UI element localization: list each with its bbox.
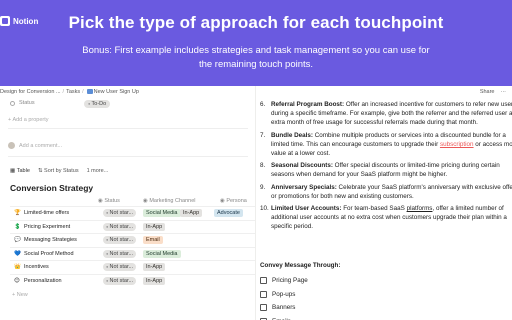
table-row[interactable]: 💬Messaging Strategies Not star... Email <box>10 233 255 247</box>
property-label: Status <box>19 100 35 106</box>
column-header-status[interactable]: ◉ Status <box>98 198 120 204</box>
notes-page: Share ··· 6. Referral Program Boost: Offe… <box>256 86 512 320</box>
inline-link[interactable]: subscription <box>440 141 474 148</box>
task-page: Design for Conversion ... / Tasks / New User… <box>0 86 256 320</box>
table-row[interactable]: 💲Pricing Experiment Not star... In-App <box>10 219 255 234</box>
row-emoji-icon: 💲 <box>14 223 21 230</box>
status-badge[interactable]: Not star... <box>103 277 137 285</box>
status-property: Status <box>10 100 35 106</box>
row-title[interactable]: 💬 Messaging Strategies <box>14 237 77 243</box>
breadcrumb-item[interactable]: Tasks <box>66 89 80 95</box>
inline-link[interactable]: platforms <box>407 205 433 212</box>
channel-tag[interactable]: Email <box>143 236 163 245</box>
tab-table[interactable]: ▦ Table <box>10 168 30 174</box>
list-item: 6. Referral Program Boost: Offer an incre… <box>260 101 512 127</box>
divider <box>8 128 248 129</box>
numbered-list: 6. Referral Program Boost: Offer an incre… <box>260 100 512 235</box>
row-emoji-icon: 💙 <box>14 250 21 257</box>
breadcrumb: Design for Conversion ... / Tasks / New User… <box>0 89 139 95</box>
breadcrumb-item[interactable]: Design for Conversion ... <box>0 89 61 95</box>
banner-subline: Bonus: First example includes strategies… <box>82 45 430 70</box>
page-icon <box>86 89 93 94</box>
channel-tag[interactable]: Advocate <box>214 209 243 217</box>
column-header-channel[interactable]: ◉ Marketing Channel <box>143 198 196 204</box>
channel-tag[interactable]: In-App <box>143 222 166 231</box>
new-row-button[interactable]: + New <box>12 292 28 298</box>
channel-tag[interactable]: In-App <box>180 209 203 217</box>
status-badge[interactable]: Not star... <box>103 222 137 231</box>
checkbox[interactable] <box>260 290 267 298</box>
checklist: Pricing PagePop-upsBannersEmails <box>260 274 308 320</box>
comment-placeholder: Add a comment... <box>19 142 63 149</box>
checklist-item[interactable]: Pricing Page <box>260 274 308 288</box>
row-emoji-icon: 💬 <box>14 237 21 244</box>
row-title[interactable]: 😊 Personalization <box>14 278 62 284</box>
table-row[interactable]: 💙Social Proof Method Not star... Social Me… <box>10 246 255 261</box>
share-button[interactable]: Share <box>480 89 495 95</box>
checklist-item[interactable]: Banners <box>260 301 308 315</box>
column-header-persona[interactable]: ◉ Persona <box>220 198 247 204</box>
checkbox[interactable] <box>260 277 267 285</box>
database-title: Conversion Strategy <box>10 183 94 193</box>
divider <box>8 156 248 157</box>
status-badge[interactable]: Not star... <box>103 263 137 272</box>
table-row[interactable]: 🏆Limited-time offers Not star... Social Me… <box>10 206 255 220</box>
breadcrumb-item[interactable]: New User Sign Up <box>94 89 139 95</box>
add-property-button[interactable]: + Add a property <box>8 117 49 123</box>
checklist-item[interactable]: Emails <box>260 315 308 320</box>
status-icon <box>10 100 15 106</box>
tab-more[interactable]: 1 more... <box>87 168 109 174</box>
channel-tag[interactable]: In-App <box>143 277 166 285</box>
row-title[interactable]: 💲 Pricing Experiment <box>14 224 70 230</box>
channel-tag[interactable]: Social Media <box>143 249 181 258</box>
banner-headline: Pick the type of approach for each touch… <box>68 13 444 32</box>
row-emoji-icon: 🏆 <box>14 210 21 216</box>
row-emoji-icon: 👑 <box>14 264 21 271</box>
app-window: Design for Conversion ... / Tasks / New User… <box>0 86 512 320</box>
list-item: 7. Bundle Deals: Combine multiple product… <box>260 131 512 158</box>
channel-tag[interactable]: Social Media <box>143 209 181 217</box>
checklist-item[interactable]: Pop-ups <box>260 288 308 302</box>
row-title[interactable]: 💙 Social Proof Method <box>14 251 74 257</box>
table-row[interactable]: 😊Personalization Not star... In-App <box>10 274 255 288</box>
channel-tag[interactable]: In-App <box>143 263 166 272</box>
tab-sort[interactable]: ⇅ Sort by Status <box>38 168 79 174</box>
more-icon[interactable]: ··· <box>501 89 507 95</box>
row-emoji-icon: 😊 <box>14 278 20 284</box>
row-title[interactable]: 🏆 Limited-time offers <box>14 210 69 216</box>
list-item: 10. Limited User Accounts: For team-based… <box>260 205 507 231</box>
status-value[interactable]: To-Do <box>84 100 111 108</box>
promo-banner: Notion Pick the type of approach for eac… <box>0 0 512 86</box>
status-badge[interactable]: Not star... <box>103 209 137 217</box>
row-title[interactable]: 👑 Incentives <box>14 264 49 270</box>
avatar <box>8 142 15 149</box>
status-badge[interactable]: Not star... <box>103 249 137 258</box>
checkbox[interactable] <box>260 304 267 312</box>
page-actions: Share ··· <box>480 89 506 95</box>
list-item: 9. Anniversary Specials: Celebrate your S… <box>260 183 512 200</box>
status-badge[interactable]: Not star... <box>103 236 137 245</box>
view-tabs: ▦ Table ⇅ Sort by Status 1 more... <box>10 168 108 174</box>
list-item: 8. Seasonal Discounts: Offer special disc… <box>260 162 500 179</box>
table-row[interactable]: 👑Incentives Not star... In-App <box>10 260 255 274</box>
comment-input[interactable]: Add a comment... <box>8 142 62 149</box>
convey-heading: Convey Message Through: <box>260 262 341 269</box>
